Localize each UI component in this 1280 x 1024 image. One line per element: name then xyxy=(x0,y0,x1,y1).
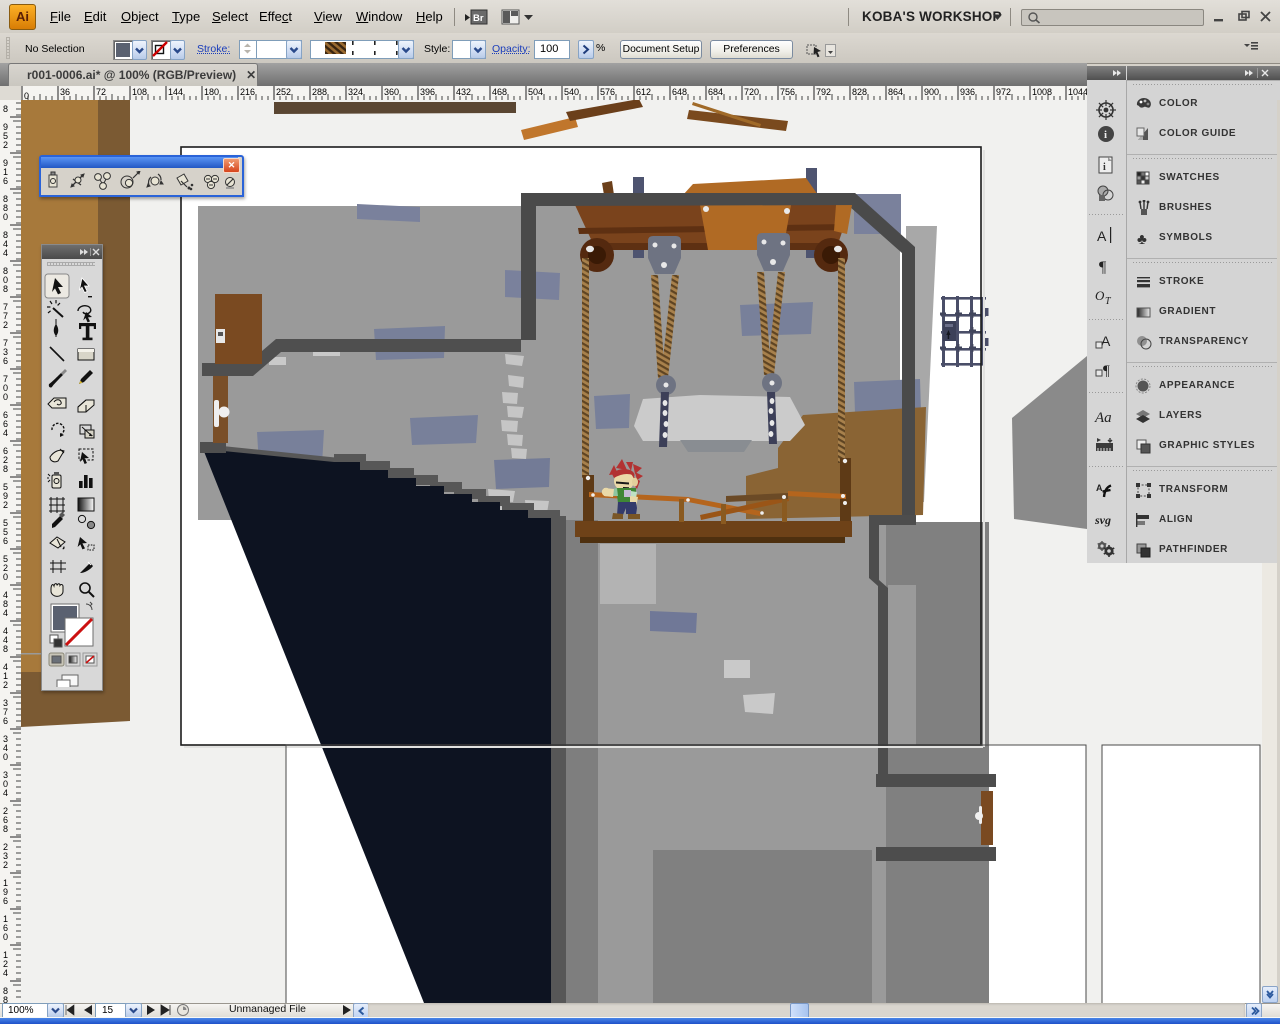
svg-text:8: 8 xyxy=(3,644,8,654)
svg-text:252: 252 xyxy=(276,87,291,97)
svg-text:i: i xyxy=(1104,129,1107,141)
svg-text:0: 0 xyxy=(3,392,8,402)
svg-text:8: 8 xyxy=(3,104,8,114)
svg-text:468: 468 xyxy=(492,87,507,97)
svg-text:6: 6 xyxy=(3,896,8,906)
svg-text:8: 8 xyxy=(3,824,8,834)
svg-text:2: 2 xyxy=(3,500,8,510)
svg-text:432: 432 xyxy=(456,87,471,97)
svg-text:2: 2 xyxy=(3,140,8,150)
svg-text:684: 684 xyxy=(708,87,723,97)
svg-text:612: 612 xyxy=(636,87,651,97)
svg-text:900: 900 xyxy=(924,87,939,97)
svg-text:6: 6 xyxy=(3,536,8,546)
svg-text:576: 576 xyxy=(600,87,615,97)
svg-text:Aa: Aa xyxy=(1094,410,1112,426)
svg-text:2: 2 xyxy=(3,320,8,330)
svg-text:216: 216 xyxy=(240,87,255,97)
svg-text:4: 4 xyxy=(3,788,8,798)
svg-text:0: 0 xyxy=(3,572,8,582)
svg-text:504: 504 xyxy=(528,87,543,97)
svg-text:720: 720 xyxy=(744,87,759,97)
svg-text:288: 288 xyxy=(312,87,327,97)
svg-text:4: 4 xyxy=(3,968,8,978)
svg-text:2: 2 xyxy=(3,680,8,690)
svg-text:¶: ¶ xyxy=(1099,259,1107,276)
svg-text:0: 0 xyxy=(3,212,8,222)
svg-text:108: 108 xyxy=(132,87,147,97)
svg-text:540: 540 xyxy=(564,87,579,97)
svg-text:i: i xyxy=(1103,162,1106,173)
svg-text:6: 6 xyxy=(3,356,8,366)
svg-text:792: 792 xyxy=(816,87,831,97)
svg-text:864: 864 xyxy=(888,87,903,97)
svg-text:6: 6 xyxy=(3,716,8,726)
svg-text:8: 8 xyxy=(3,995,8,1003)
svg-text:756: 756 xyxy=(780,87,795,97)
svg-text:8: 8 xyxy=(3,100,8,101)
svg-text:36: 36 xyxy=(60,87,70,97)
svg-text:4: 4 xyxy=(3,428,8,438)
svg-text:O: O xyxy=(1095,288,1105,303)
svg-text:180: 180 xyxy=(204,87,219,97)
svg-text:4: 4 xyxy=(3,248,8,258)
svg-text:8: 8 xyxy=(3,284,8,294)
svg-text:2: 2 xyxy=(3,860,8,870)
svg-text:1008: 1008 xyxy=(1032,87,1052,97)
svg-text:8: 8 xyxy=(3,464,8,474)
svg-text:360: 360 xyxy=(384,87,399,97)
svg-text:4: 4 xyxy=(3,608,8,618)
svg-text:0: 0 xyxy=(3,932,8,942)
svg-text:A: A xyxy=(1096,483,1103,493)
svg-text:¶: ¶ xyxy=(1103,363,1110,379)
svg-text:144: 144 xyxy=(168,87,183,97)
svg-text:396: 396 xyxy=(420,87,435,97)
svg-text:Br: Br xyxy=(473,13,484,24)
svg-text:0: 0 xyxy=(24,91,29,100)
svg-text:0: 0 xyxy=(3,752,8,762)
svg-text:♣: ♣ xyxy=(1137,231,1147,247)
svg-text:828: 828 xyxy=(852,87,867,97)
svg-text:A: A xyxy=(1097,228,1107,244)
svg-text:T: T xyxy=(1105,296,1112,306)
svg-text:936: 936 xyxy=(960,87,975,97)
svg-text:648: 648 xyxy=(672,87,687,97)
svg-text:1044: 1044 xyxy=(1068,87,1087,97)
svg-text:svg: svg xyxy=(1094,513,1111,527)
svg-text:972: 972 xyxy=(996,87,1011,97)
svg-text:72: 72 xyxy=(96,87,106,97)
svg-text:6: 6 xyxy=(3,176,8,186)
svg-text:324: 324 xyxy=(348,87,363,97)
